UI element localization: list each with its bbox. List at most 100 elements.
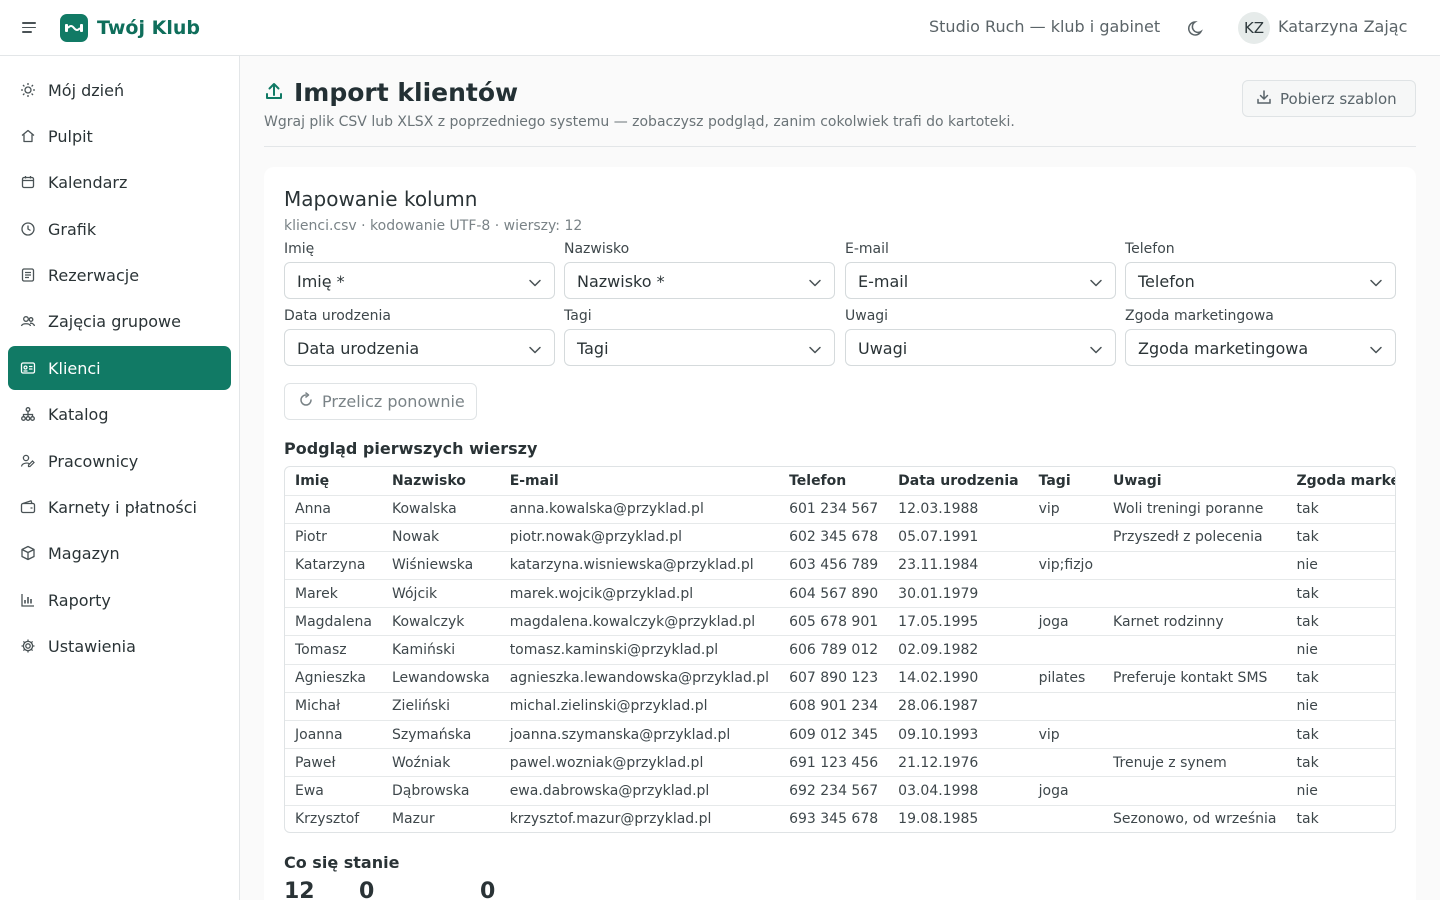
sun-icon: [20, 82, 36, 98]
mapping-field: Zgoda marketingowa Zgoda marketingowa: [1125, 308, 1396, 366]
mapping-field: Nazwisko Nazwisko *: [564, 241, 835, 299]
sidebar-item-label: Grafik: [48, 219, 97, 239]
table-cell: Mazur: [381, 804, 500, 832]
mapping-select[interactable]: Data urodzenia: [284, 329, 555, 366]
table-cell: 609 012 345: [779, 719, 889, 749]
column-header: Data urodzenia: [898, 472, 1019, 489]
table-cell: Sezonowo, od września: [1103, 804, 1287, 832]
chevron-down-icon: [1369, 342, 1383, 356]
table-row: Agnieszka Lewandowska agnieszka.lewandowsk…: [285, 663, 1395, 693]
column-header: Tagi: [1038, 472, 1071, 489]
calendar-icon: [20, 174, 36, 190]
table-cell: 14.02.1990: [888, 663, 1029, 693]
table-cell: Anna: [285, 494, 382, 524]
table-cell: michal.zielinski@przyklad.pl: [499, 691, 780, 721]
sidebar-item-mój-dzień[interactable]: Mój dzień: [8, 68, 231, 112]
table-cell: 602 345 678: [779, 522, 889, 552]
moon-icon[interactable]: [1186, 17, 1208, 39]
sidebar-item-label: Karnety i płatności: [48, 497, 197, 517]
chevron-down-icon: [1089, 275, 1103, 289]
table-cell: vip;fizjo: [1028, 550, 1104, 580]
sidebar-item-grafik[interactable]: Grafik: [8, 207, 231, 251]
avatar[interactable]: KZ: [1238, 12, 1270, 44]
table-cell: Lewandowska: [381, 663, 500, 693]
table-cell: anna.kowalska@przyklad.pl: [499, 494, 780, 524]
table-cell: Wiśniewska: [381, 550, 500, 580]
sidebar-item-label: Pulpit: [48, 126, 93, 146]
table-cell: 605 678 901: [779, 607, 889, 636]
sidebar-item-rezerwacje[interactable]: Rezerwacje: [8, 253, 231, 297]
chevron-down-icon: [528, 275, 542, 289]
mapping-field: E-mail E-mail: [845, 241, 1116, 299]
table-row: Piotr Nowak piotr.nowak@przyklad.pl 602 345…: [285, 522, 1395, 552]
brand[interactable]: Twój Klub: [60, 14, 200, 42]
table-cell: magdalena.kowalczyk@przyklad.pl: [499, 607, 780, 636]
recalculate-label: Przelicz ponownie: [322, 392, 465, 411]
table-cell: 23.11.1984: [888, 550, 1029, 580]
table-cell: nie: [1286, 691, 1395, 721]
mapping-select-value: Nazwisko *: [577, 272, 665, 291]
download-template-button[interactable]: Pobierz szablon: [1242, 80, 1416, 117]
table-cell: [1103, 635, 1287, 665]
table-cell: [1028, 579, 1104, 608]
sidebar-item-kalendarz[interactable]: Kalendarz: [8, 160, 231, 204]
box-icon: [20, 545, 36, 561]
table-cell: tomasz.kaminski@przyklad.pl: [499, 635, 780, 665]
mapping-select[interactable]: Tagi: [564, 329, 835, 366]
mapping-field-label: Imię: [284, 241, 315, 257]
mapping-select[interactable]: Uwagi: [845, 329, 1116, 366]
user-name[interactable]: Katarzyna Zając: [1278, 17, 1407, 36]
download-icon: [1256, 89, 1272, 109]
preview-table[interactable]: Imię Nazwisko E-mail Telefon Data urodzenia T…: [284, 466, 1396, 833]
sidebar-item-karnety-i-płatności[interactable]: Karnety i płatności: [8, 485, 231, 529]
sidebar-item-ustawienia[interactable]: Ustawienia: [8, 624, 231, 668]
table-cell: 693 345 678: [779, 804, 889, 832]
mapping-field-label: Uwagi: [845, 308, 889, 324]
table-cell: Dąbrowska: [381, 776, 500, 806]
table-cell: [1103, 719, 1287, 749]
table-row: Magdalena Kowalczyk magdalena.kowalczyk@pr…: [285, 607, 1395, 636]
table-cell: krzysztof.mazur@przyklad.pl: [499, 804, 780, 832]
sidebar-item-zajęcia-grupowe[interactable]: Zajęcia grupowe: [8, 299, 231, 343]
table-row: Krzysztof Mazur krzysztof.mazur@przyklad.p…: [285, 804, 1395, 832]
page-header: Import klientów: [264, 78, 518, 107]
table-cell: Ewa: [285, 776, 382, 806]
table-cell: tak: [1286, 719, 1395, 749]
table-cell: tak: [1286, 748, 1395, 777]
table-cell: ewa.dabrowska@przyklad.pl: [499, 776, 780, 806]
upload-icon: [264, 81, 284, 105]
table-cell: Kowalczyk: [381, 607, 500, 636]
sidebar-item-magazyn[interactable]: Magazyn: [8, 531, 231, 575]
sidebar-item-klienci[interactable]: Klienci: [8, 346, 231, 390]
sidebar-item-pulpit[interactable]: Pulpit: [8, 114, 231, 158]
mapping-field-label: Telefon: [1125, 241, 1175, 257]
mapping-select[interactable]: E-mail: [845, 262, 1116, 299]
mapping-field: Uwagi Uwagi: [845, 308, 1116, 366]
menu-icon[interactable]: [22, 19, 42, 37]
sidebar-item-label: Magazyn: [48, 543, 120, 563]
mapping-select[interactable]: Telefon: [1125, 262, 1396, 299]
table-cell: 603 456 789: [779, 550, 889, 580]
table-row: Ewa Dąbrowska ewa.dabrowska@przyklad.pl 692…: [285, 776, 1395, 806]
table-cell: 30.01.1979: [888, 579, 1029, 608]
table-cell: tak: [1286, 607, 1395, 636]
table-cell: joga: [1028, 607, 1104, 636]
table-cell: 604 567 890: [779, 579, 889, 608]
mapping-select[interactable]: Zgoda marketingowa: [1125, 329, 1396, 366]
sidebar-item-pracownicy[interactable]: Pracownicy: [8, 439, 231, 483]
table-cell: Wójcik: [381, 579, 500, 608]
mapping-select[interactable]: Imię *: [284, 262, 555, 299]
user-edit-icon: [20, 453, 36, 469]
table-cell: [1103, 776, 1287, 806]
sidebar-item-raporty[interactable]: Raporty: [8, 578, 231, 622]
mapping-select[interactable]: Nazwisko *: [564, 262, 835, 299]
table-cell: nie: [1286, 776, 1395, 806]
table-cell: 607 890 123: [779, 663, 889, 693]
table-cell: Katarzyna: [285, 550, 382, 580]
studio-name[interactable]: Studio Ruch — klub i gabinet: [929, 17, 1160, 36]
table-cell: Przyszedł z polecenia: [1103, 522, 1287, 552]
recalculate-button[interactable]: Przelicz ponownie: [284, 383, 477, 420]
table-row: Michał Zieliński michal.zielinski@przyklad…: [285, 691, 1395, 721]
table-cell: 606 789 012: [779, 635, 889, 665]
sidebar-item-katalog[interactable]: Katalog: [8, 392, 231, 436]
